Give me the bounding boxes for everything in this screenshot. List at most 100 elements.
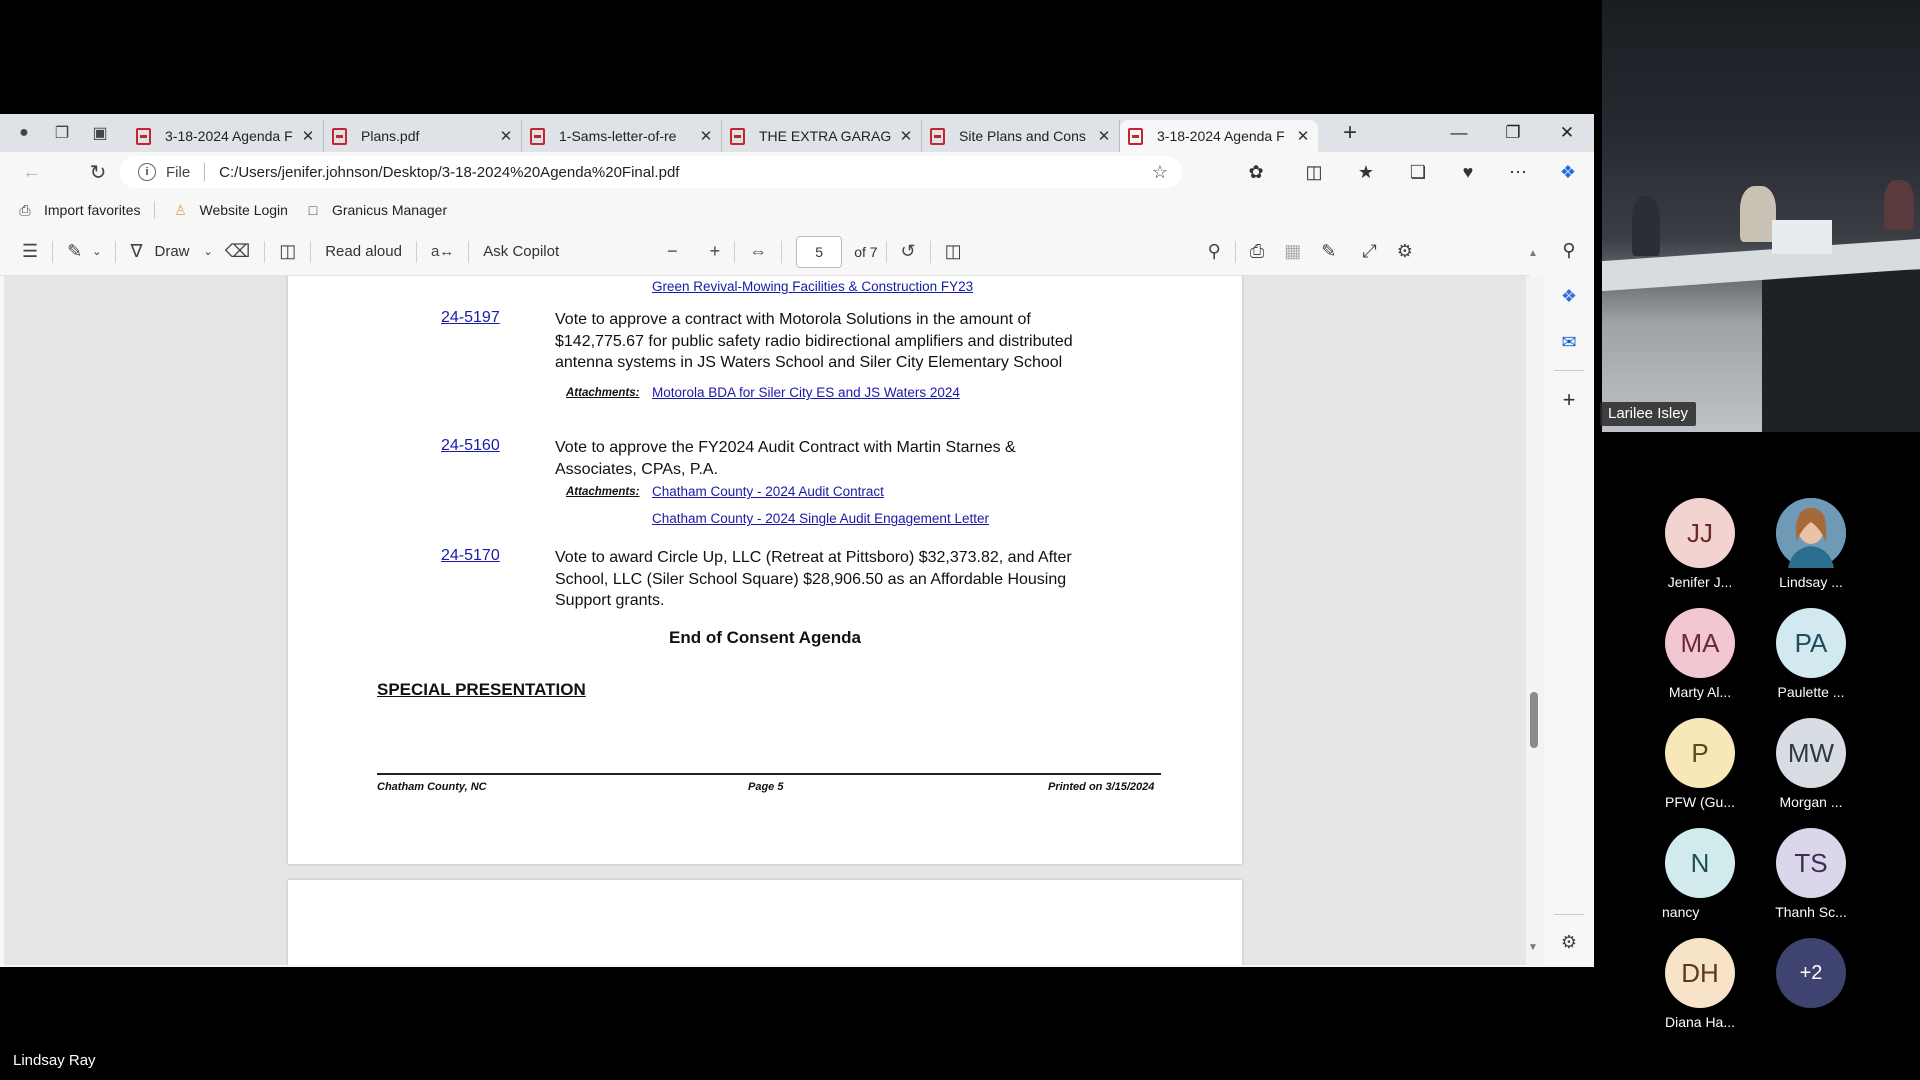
page-number-input[interactable]: 5 — [796, 235, 843, 268]
copilot-icon[interactable]: ❖ — [1550, 156, 1586, 188]
add-icon[interactable]: + — [1555, 386, 1583, 414]
restore-button[interactable]: ❐ — [1486, 114, 1540, 152]
save-button[interactable]: ▦ — [1278, 236, 1307, 268]
refresh-button[interactable]: ↻ — [80, 156, 116, 188]
find-button[interactable]: ⚲ — [1202, 236, 1227, 268]
close-icon[interactable]: ✕ — [699, 127, 713, 145]
divider — [310, 240, 312, 263]
copilot-sidebar-icon[interactable]: ❖ — [1555, 282, 1583, 310]
highlight-button[interactable]: ✎ ⌄ — [61, 236, 107, 268]
participant-tile[interactable]: Lindsay ... — [1761, 498, 1861, 590]
url-text[interactable]: C:/Users/jenifer.johnson/Desktop/3-18-20… — [219, 164, 679, 181]
workspaces-icon[interactable]: ❐ — [48, 119, 76, 147]
close-window-button[interactable]: ✕ — [1540, 114, 1594, 152]
agenda-item-id-5170[interactable]: 24-5170 — [441, 547, 500, 565]
attachment-link-audit-contract[interactable]: Chatham County - 2024 Audit Contract — [652, 484, 884, 499]
new-tab-button[interactable]: + — [1330, 119, 1370, 147]
close-icon[interactable]: ✕ — [1296, 127, 1310, 145]
draw-button[interactable]: ∇ Draw ⌄ — [124, 236, 218, 268]
special-presentation-heading: SPECIAL PRESENTATION — [377, 680, 586, 699]
tab-sams-letter[interactable]: 1-Sams-letter-of-re ✕ — [522, 120, 722, 152]
participant-tile[interactable]: MA Marty Al... — [1650, 608, 1750, 700]
participant-tile[interactable]: TS Thanh Sc... — [1761, 828, 1861, 920]
close-icon[interactable]: ✕ — [1097, 127, 1111, 145]
close-icon[interactable]: ✕ — [499, 127, 513, 145]
extensions-icon[interactable]: ✿ — [1238, 156, 1274, 188]
tab-agenda-1[interactable]: 3-18-2024 Agenda F ✕ — [128, 120, 324, 152]
tab-actions-icon[interactable]: ▣ — [86, 119, 114, 147]
person-shape — [1884, 180, 1914, 230]
browser-essentials-icon[interactable]: ♥ — [1450, 156, 1486, 188]
participant-tile[interactable]: JJ Jenifer J... — [1650, 498, 1750, 590]
page-view-button[interactable]: ◫ — [939, 236, 968, 268]
chevron-down-icon[interactable]: ⌄ — [92, 245, 101, 258]
print-button[interactable]: ⎙ — [1244, 236, 1270, 268]
participant-tile[interactable]: PA Paulette ... — [1761, 608, 1861, 700]
address-bar[interactable]: i File C:/Users/jenifer.johnson/Desktop/… — [120, 156, 1182, 188]
info-icon[interactable]: i — [138, 163, 156, 181]
search-icon[interactable]: ⚲ — [1555, 236, 1583, 264]
split-screen-icon[interactable]: ◫ — [1296, 156, 1332, 188]
zoom-in-button[interactable]: + — [704, 236, 727, 268]
divider — [929, 240, 931, 263]
star-icon[interactable]: ☆ — [1152, 162, 1168, 183]
erase-button[interactable]: ⌫ — [219, 236, 256, 268]
participant-tile[interactable]: DH Diana Ha... — [1650, 938, 1750, 1030]
attachment-link-green-revival[interactable]: Green Revival-Mowing Facilities & Constr… — [652, 279, 973, 294]
contents-button[interactable]: ☰ — [16, 236, 44, 268]
tab-agenda-active[interactable]: 3-18-2024 Agenda F ✕ — [1120, 120, 1318, 152]
address-bar-row: ← ↻ i File C:/Users/jenifer.johnson/Desk… — [0, 152, 1594, 192]
chevron-down-icon[interactable]: ⌄ — [204, 245, 213, 258]
tab-site-plans[interactable]: Site Plans and Cons ✕ — [922, 120, 1120, 152]
ask-copilot-button[interactable]: Ask Copilot — [477, 236, 565, 268]
agenda-item-text-5160: Vote to approve the FY2024 Audit Contrac… — [555, 439, 1016, 478]
tab-extra-garage[interactable]: THE EXTRA GARAGE ✕ — [722, 120, 922, 152]
printer-icon: ⎙ — [1249, 241, 1265, 261]
scroll-down-icon[interactable]: ▼ — [1528, 942, 1538, 953]
tab-plans[interactable]: Plans.pdf ✕ — [324, 120, 522, 152]
attachment-link-single-audit[interactable]: Chatham County - 2024 Single Audit Engag… — [652, 511, 989, 526]
profile-icon[interactable]: ● — [10, 119, 38, 147]
attachment-link-motorola[interactable]: Motorola BDA for Siler City ES and JS Wa… — [652, 385, 960, 400]
participant-tile[interactable]: P PFW (Gu... — [1650, 718, 1750, 810]
scrollbar-track[interactable] — [1526, 276, 1544, 965]
avatar: +2 — [1776, 938, 1846, 1008]
zoom-out-button[interactable]: − — [661, 236, 684, 268]
file-label: File — [166, 163, 191, 181]
favorites-icon[interactable]: ★ — [1348, 156, 1384, 188]
search-icon: ⚲ — [1207, 241, 1221, 261]
gear-icon[interactable]: ⚙ — [1555, 928, 1583, 956]
favorite-label: Granicus Manager — [331, 202, 448, 218]
minimize-button[interactable]: — — [1432, 114, 1486, 152]
translate-button[interactable]: a↔ — [425, 236, 460, 268]
website-login-link[interactable]: ♙ Website Login — [171, 202, 288, 219]
save-icon: ▦ — [1284, 241, 1302, 261]
outlook-icon[interactable]: ✉ — [1555, 328, 1583, 356]
add-text-button[interactable]: ◫ — [273, 236, 302, 268]
agenda-item-id-5197[interactable]: 24-5197 — [441, 309, 500, 327]
more-participants-button[interactable]: +2 — [1761, 938, 1861, 1008]
scroll-up-icon[interactable]: ▲ — [1528, 248, 1538, 259]
person-photo-icon — [1776, 498, 1846, 568]
divider — [415, 240, 417, 263]
participant-name: Thanh Sc... — [1775, 904, 1847, 920]
collections-icon[interactable]: ❏ — [1400, 156, 1436, 188]
save-as-button[interactable]: ✎ — [1315, 236, 1342, 268]
participant-tile[interactable]: N nancy — [1650, 828, 1750, 920]
back-button[interactable]: ← — [14, 156, 50, 188]
fullscreen-button[interactable]: ⤢ — [1356, 236, 1382, 268]
read-aloud-button[interactable]: Read aloud — [319, 236, 408, 268]
close-icon[interactable]: ✕ — [301, 127, 315, 145]
pdf-settings-button[interactable]: ⚙ — [1391, 236, 1419, 268]
close-icon[interactable]: ✕ — [899, 127, 913, 145]
text-box-icon: ◫ — [279, 241, 297, 261]
scrollbar-thumb[interactable] — [1530, 692, 1538, 748]
fit-width-button[interactable]: ⇔ — [743, 236, 773, 268]
granicus-manager-link[interactable]: □ Granicus Manager — [304, 202, 447, 218]
more-options-icon[interactable]: ⋯ — [1500, 156, 1536, 188]
participant-tile[interactable]: MW Morgan ... — [1761, 718, 1861, 810]
agenda-item-id-5160[interactable]: 24-5160 — [441, 437, 500, 455]
import-favorites-link[interactable]: ⎙ Import favorites — [16, 202, 140, 219]
pdf-viewer[interactable]: Green Revival-Mowing Facilities & Constr… — [4, 276, 1528, 965]
rotate-button[interactable]: ↺ — [895, 236, 922, 268]
